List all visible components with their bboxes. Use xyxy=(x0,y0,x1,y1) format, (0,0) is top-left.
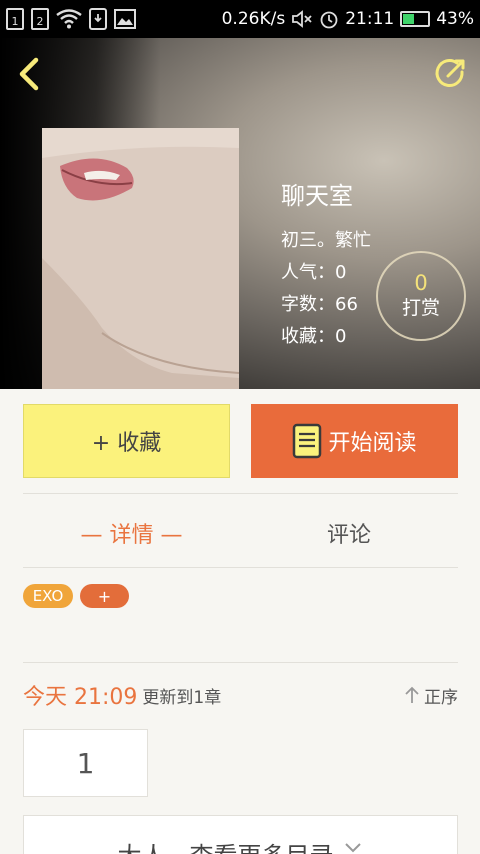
book-icon xyxy=(293,423,322,459)
more-chapters-button[interactable]: 大人，查看更多目录 xyxy=(23,815,458,854)
image-notification-icon xyxy=(114,9,136,29)
tab-comment-label: 评论 xyxy=(326,523,371,548)
refresh-icon[interactable] xyxy=(432,56,468,92)
book-favorites: 收藏：0 xyxy=(281,326,347,347)
tag-list: EXO + xyxy=(23,584,129,608)
start-reading-button[interactable]: 开始阅读 xyxy=(251,404,458,478)
book-cover-image xyxy=(42,128,239,389)
battery-level xyxy=(403,14,415,24)
update-text: 更新到1章 xyxy=(142,687,222,708)
back-icon[interactable] xyxy=(14,56,46,92)
status-right: 0.26K/s 21:11 43% xyxy=(222,9,474,29)
alarm-icon xyxy=(320,11,338,29)
chapter-item[interactable]: 1 xyxy=(23,729,148,797)
tab-detail-label: — 详情 — xyxy=(80,523,183,548)
book-title: 聊天室 xyxy=(281,182,353,210)
arrow-up-icon xyxy=(405,686,419,703)
add-tag-label: + xyxy=(97,586,112,606)
mute-icon xyxy=(292,10,312,28)
reward-count: 0 xyxy=(414,271,428,295)
tag-exo-label: EXO xyxy=(32,587,64,605)
chapter-number: 1 xyxy=(76,746,95,780)
book-info: 聊天室 初三。繁忙 人气：0 字数：66 收藏：0 xyxy=(281,176,371,353)
divider xyxy=(23,662,458,663)
book-header: 聊天室 初三。繁忙 人气：0 字数：66 收藏：0 0 打赏 xyxy=(0,38,480,389)
clock: 21:11 xyxy=(345,9,395,29)
sim2-label: 2 xyxy=(36,15,44,28)
reward-label: 打赏 xyxy=(401,297,440,319)
update-info: 今天 21:09 更新到1章 正序 xyxy=(23,678,458,712)
tab-comment[interactable]: 评论 xyxy=(240,500,458,566)
more-chapters-label: 大人，查看更多目录 xyxy=(118,836,334,854)
network-speed: 0.26K/s xyxy=(221,9,286,29)
battery-icon xyxy=(400,11,431,27)
collect-label: + 收藏 xyxy=(91,431,162,456)
sim1-label: 1 xyxy=(11,15,19,28)
battery-percent: 43% xyxy=(436,9,474,29)
add-tag-button[interactable]: + xyxy=(80,584,129,608)
start-reading-label: 开始阅读 xyxy=(328,431,417,456)
sort-order-button[interactable]: 正序 xyxy=(404,683,458,708)
book-popularity: 人气：0 xyxy=(281,262,347,283)
cover-artwork xyxy=(42,128,239,389)
collect-button[interactable]: + 收藏 xyxy=(23,404,230,478)
status-bar: 1 2 0.26K/s 21:11 43% xyxy=(0,0,480,38)
download-notification-icon xyxy=(89,8,107,30)
divider xyxy=(23,493,458,494)
tag-exo[interactable]: EXO xyxy=(23,584,73,608)
book-detail-screen: 1 2 0.26K/s 21:11 43% 聊天室 初三。繁忙 人气：0 字数：… xyxy=(0,0,480,854)
update-time: 今天 21:09 xyxy=(23,685,138,710)
sort-order-label: 正序 xyxy=(424,687,458,708)
sim2-icon: 2 xyxy=(31,8,49,30)
tab-detail[interactable]: — 详情 — xyxy=(23,500,240,566)
sim1-icon: 1 xyxy=(6,8,24,30)
status-left: 1 2 xyxy=(6,8,136,30)
book-word-count: 字数：66 xyxy=(281,294,358,315)
wifi-icon xyxy=(56,9,82,29)
chevron-down-icon xyxy=(344,843,361,853)
reward-button[interactable]: 0 打赏 xyxy=(376,251,466,341)
book-author[interactable]: 初三。繁忙 xyxy=(281,225,371,257)
divider xyxy=(23,567,458,568)
